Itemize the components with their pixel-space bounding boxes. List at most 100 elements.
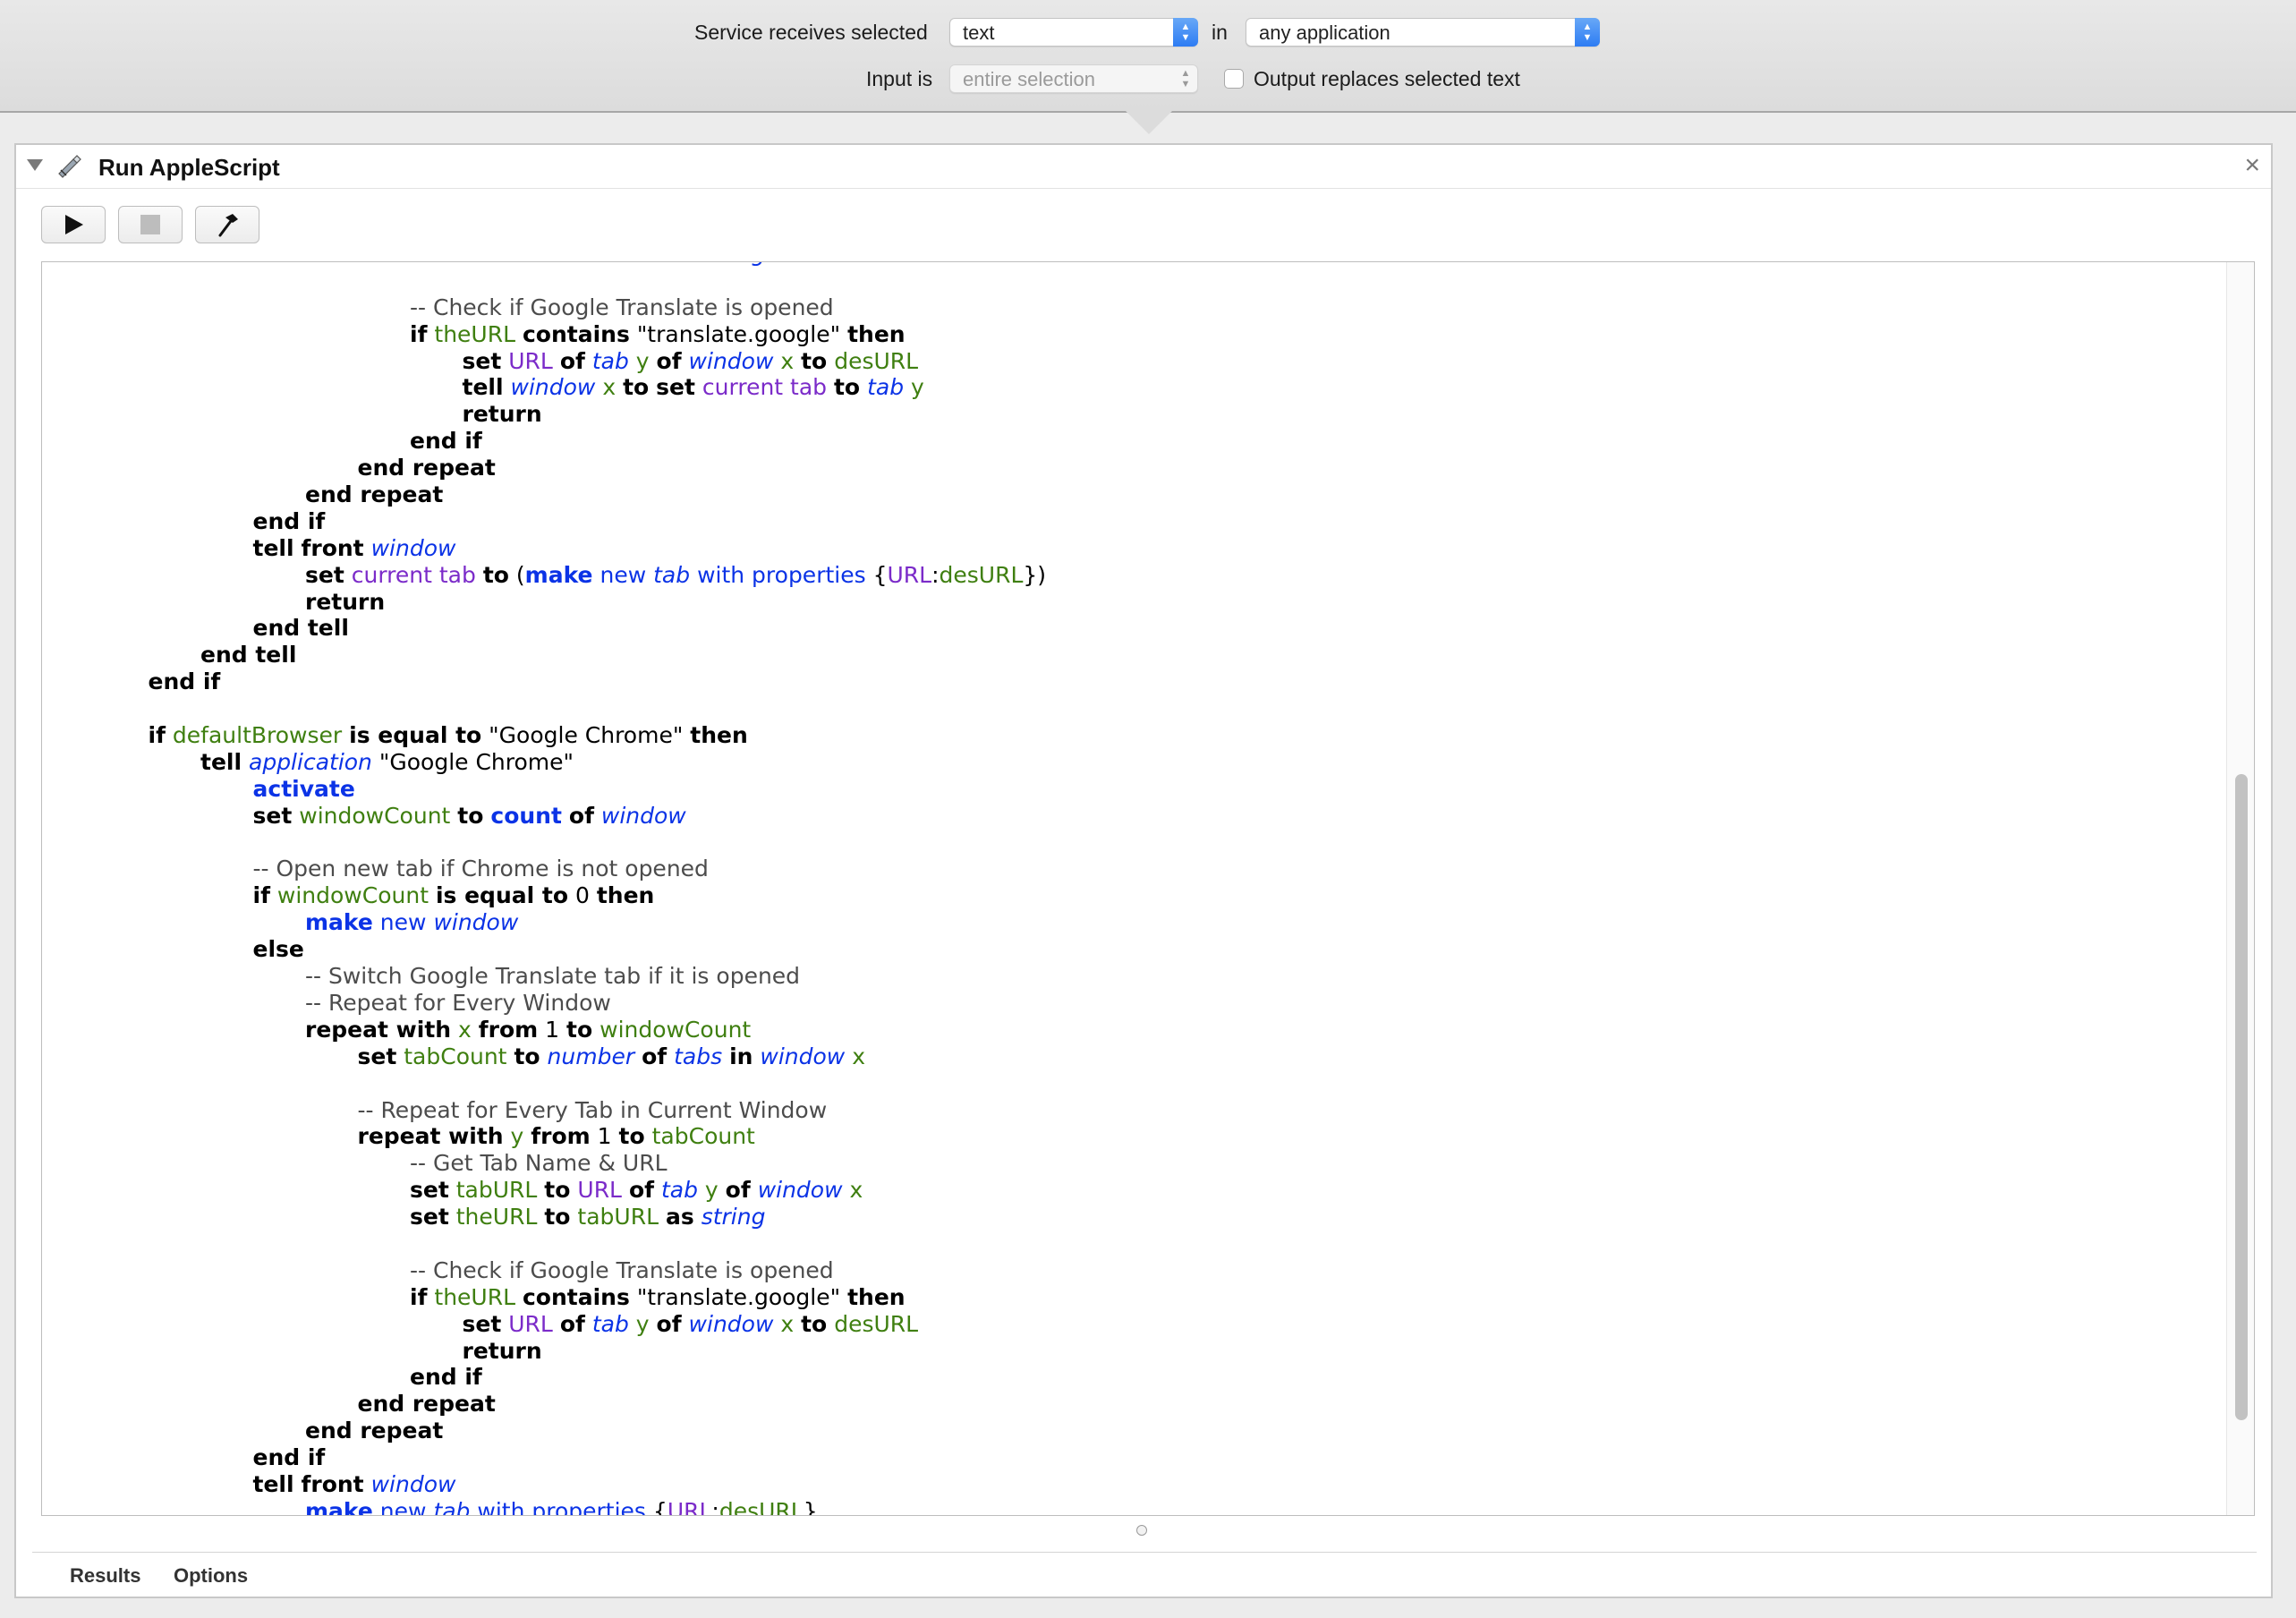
service-input-type-value: text — [963, 21, 995, 44]
code-line[interactable]: repeat with y from 1 to tabCount — [42, 1123, 2207, 1150]
code-line[interactable]: if defaultBrowser is equal to "Google Ch… — [42, 722, 2207, 749]
code-line[interactable]: tell front window — [42, 1471, 2207, 1498]
code-token: to — [801, 1310, 828, 1337]
code-line[interactable]: set theURL to tabURL as string — [42, 1204, 2207, 1231]
code-line[interactable]: -- Repeat for Every Tab in Current Windo… — [42, 1097, 2207, 1124]
code-line[interactable]: -- Open new tab if Chrome is not opened — [42, 856, 2207, 882]
code-line[interactable]: set tabCount to number of tabs in window… — [42, 1043, 2207, 1070]
code-token: x — [780, 347, 795, 374]
code-line[interactable]: -- Switch Google Translate tab if it is … — [42, 963, 2207, 990]
code-line[interactable]: end repeat — [42, 455, 2207, 481]
code-line[interactable]: set windowCount to count of window — [42, 803, 2207, 830]
code-line[interactable]: end repeat — [42, 1391, 2207, 1418]
code-token: current tab — [351, 561, 476, 588]
code-token: "translate.google" — [636, 1283, 841, 1310]
code-line[interactable]: -- Check if Google Translate is opened — [42, 1257, 2207, 1284]
code-line[interactable]: end if — [42, 668, 2207, 695]
stop-script-button[interactable] — [118, 206, 183, 243]
code-line[interactable]: make new tab with properties {URL:desURL… — [42, 1498, 2207, 1515]
run-script-button[interactable] — [41, 206, 106, 243]
code-line[interactable]: return — [42, 589, 2207, 616]
disclosure-triangle-icon[interactable] — [27, 159, 43, 171]
code-line[interactable]: end if — [42, 1364, 2207, 1391]
code-line[interactable]: return — [42, 401, 2207, 428]
code-line[interactable]: -- Repeat for Every Window — [42, 990, 2207, 1017]
code-token: desURL — [834, 1310, 919, 1337]
scrollbar-thumb[interactable] — [2235, 774, 2248, 1420]
code-token: to — [833, 374, 861, 401]
code-line[interactable]: end if — [42, 428, 2207, 455]
code-token: return — [462, 401, 542, 428]
code-line[interactable]: end repeat — [42, 1418, 2207, 1444]
code-line[interactable]: end if — [42, 508, 2207, 535]
code-line[interactable]: end if — [42, 1444, 2207, 1471]
code-token: ( — [508, 561, 525, 588]
code-token: URL — [508, 1310, 553, 1337]
code-line[interactable]: tell application "Google Chrome" — [42, 749, 2207, 776]
code-line[interactable]: tell window x to set current tab to tab … — [42, 374, 2207, 401]
code-token: end repeat — [305, 481, 444, 508]
code-line[interactable]: end tell — [42, 642, 2207, 668]
tab-options[interactable]: Options — [174, 1564, 248, 1588]
code-line[interactable]: tell front window — [42, 535, 2207, 562]
output-replaces-checkbox[interactable] — [1224, 69, 1244, 89]
code-token: tab — [867, 374, 905, 401]
code-line[interactable]: -- Check if Google Translate is opened — [42, 294, 2207, 321]
code-line[interactable]: if windowCount is equal to 0 then — [42, 882, 2207, 909]
code-line[interactable]: set URL of tab y of window x to desURL — [42, 348, 2207, 375]
code-line[interactable] — [42, 695, 2207, 722]
close-action-icon[interactable]: × — [2244, 150, 2260, 181]
code-line[interactable]: make new window — [42, 909, 2207, 936]
input-is-popup[interactable]: entire selection ▲ ▼ — [949, 64, 1198, 93]
code-line[interactable] — [42, 1070, 2207, 1097]
application-popup[interactable]: any application ▲ ▼ — [1246, 18, 1600, 47]
code-line[interactable]: if theURL contains "translate.google" th… — [42, 1284, 2207, 1311]
script-code[interactable]: set theURL to tabURL as string -- Check i… — [42, 262, 2207, 1515]
code-token: tell — [252, 1470, 294, 1497]
script-editor[interactable]: set theURL to tabURL as string -- Check i… — [41, 261, 2255, 1516]
code-line[interactable]: activate — [42, 776, 2207, 803]
code-token: of — [725, 1177, 751, 1204]
code-line[interactable]: -- Get Tab Name & URL — [42, 1150, 2207, 1177]
code-line[interactable] — [42, 1231, 2207, 1257]
code-token: theURL — [434, 320, 516, 347]
code-line[interactable]: end tell — [42, 615, 2207, 642]
code-line[interactable]: end repeat — [42, 481, 2207, 508]
code-token: new — [600, 561, 647, 588]
code-line[interactable] — [42, 830, 2207, 856]
tab-results[interactable]: Results — [70, 1564, 140, 1588]
code-token: count — [490, 802, 562, 829]
code-line[interactable]: else — [42, 936, 2207, 963]
code-token: end tell — [200, 642, 297, 668]
code-line[interactable]: set tabURL to URL of tab y of window x — [42, 1177, 2207, 1204]
code-token: x — [852, 1043, 865, 1069]
code-line[interactable]: set URL of tab y of window x to desURL — [42, 1311, 2207, 1338]
editor-scrollbar[interactable] — [2226, 262, 2254, 1515]
code-line[interactable]: set current tab to (make new tab with pr… — [42, 562, 2207, 589]
code-token: end if — [410, 1364, 482, 1391]
code-token: string — [701, 1204, 766, 1231]
code-token: x — [602, 374, 617, 401]
editor-resize-handle[interactable] — [1136, 1525, 1147, 1536]
service-input-type-popup[interactable]: text ▲ ▼ — [949, 18, 1198, 47]
code-token: tabURL — [455, 1177, 538, 1204]
code-line[interactable]: repeat with x from 1 to windowCount — [42, 1017, 2207, 1043]
code-line[interactable]: if theURL contains "translate.google" th… — [42, 321, 2207, 348]
code-line[interactable]: set theURL to tabURL as string — [42, 262, 2207, 268]
code-line[interactable]: return — [42, 1338, 2207, 1365]
code-token: 1 — [545, 1016, 560, 1043]
code-token: end if — [252, 1444, 326, 1471]
compile-script-button[interactable] — [195, 206, 259, 243]
code-line[interactable] — [42, 268, 2207, 294]
code-token: string — [702, 262, 766, 267]
